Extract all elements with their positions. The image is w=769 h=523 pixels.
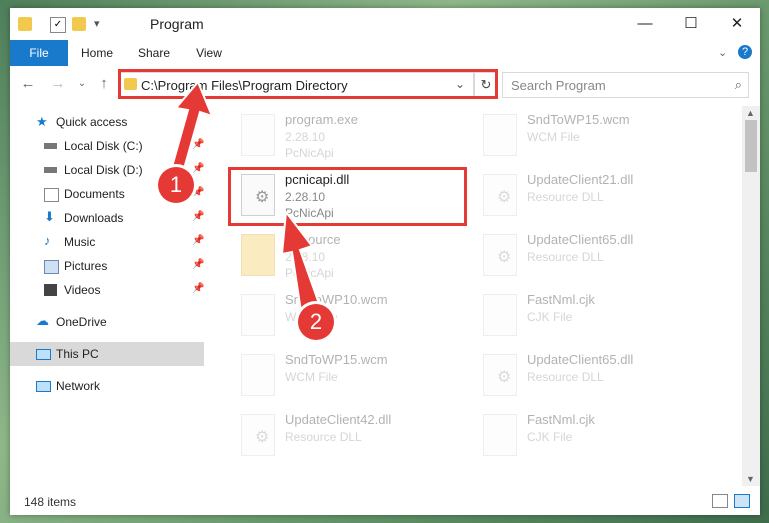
step-badge-1: 1 <box>158 167 194 203</box>
arrow-to-address-bar <box>168 80 214 182</box>
arrow-to-file <box>280 209 324 320</box>
annotation-arrows <box>168 80 324 320</box>
step-badge-2: 2 <box>298 304 334 340</box>
